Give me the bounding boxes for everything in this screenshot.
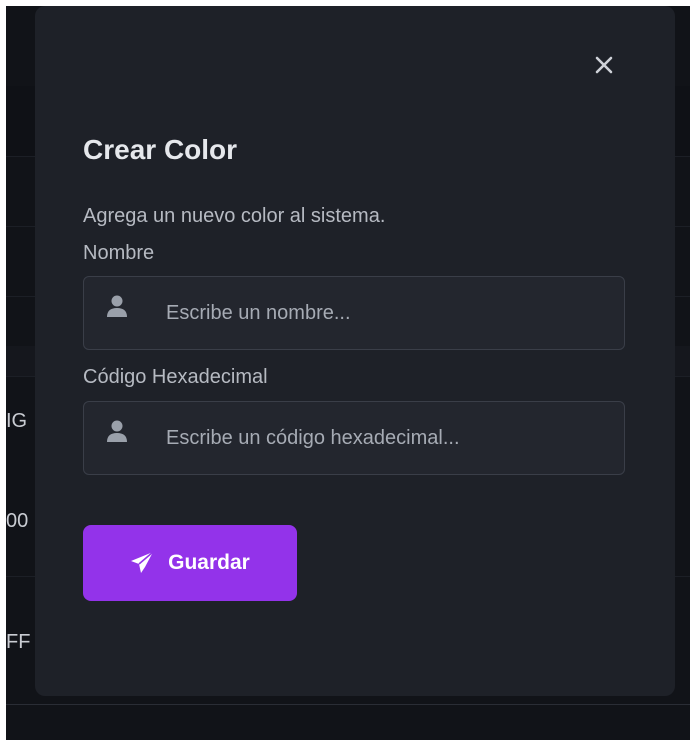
save-button-label: Guardar — [168, 551, 250, 574]
modal-title: Crear Color — [83, 134, 238, 165]
table-header-cell: IG — [6, 410, 28, 432]
user-icon — [107, 420, 127, 442]
table-row — [6, 696, 690, 705]
close-button[interactable] — [589, 50, 619, 80]
hex-code-input-wrapper — [83, 401, 625, 475]
name-label: Nombre — [83, 242, 155, 264]
name-input[interactable] — [166, 277, 606, 349]
user-icon — [107, 295, 127, 317]
table-cell: 00 — [6, 510, 29, 532]
paper-plane-icon — [131, 551, 154, 573]
create-color-modal: Crear Color Agrega un nuevo color al sis… — [35, 6, 675, 696]
save-button[interactable]: Guardar — [83, 525, 297, 601]
name-input-wrapper — [83, 276, 625, 350]
modal-description: Agrega un nuevo color al sistema. — [83, 205, 386, 227]
table-cell: FF — [6, 631, 31, 653]
close-icon — [595, 56, 613, 74]
hex-code-label: Código Hexadecimal — [83, 366, 268, 388]
hex-code-input[interactable] — [166, 402, 606, 474]
page: IG 00 FF Crear Color Agrega un nuevo col… — [0, 0, 690, 740]
